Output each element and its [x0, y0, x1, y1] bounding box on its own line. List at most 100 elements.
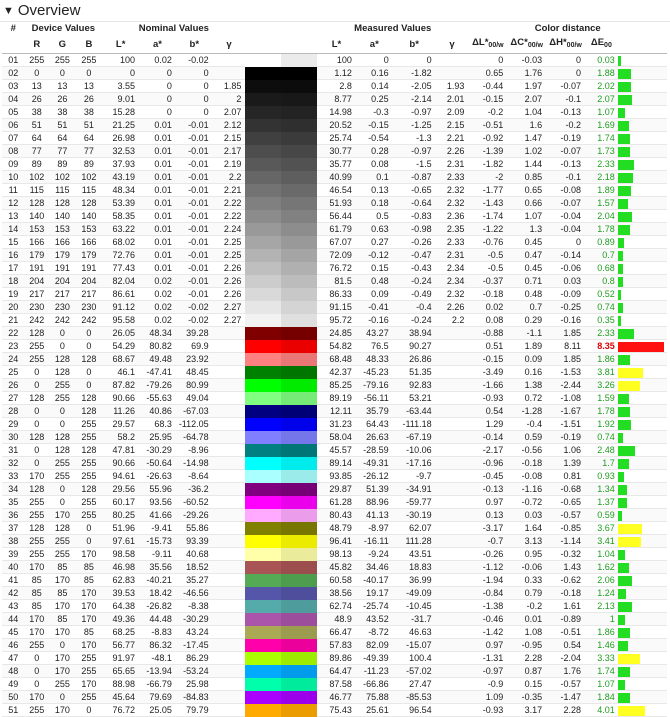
cell-g: 51: [49, 118, 76, 132]
cell-n: 13: [2, 209, 25, 223]
measured-values-header: Measured Values: [354, 23, 432, 34]
cell-dL: -2: [468, 170, 508, 184]
cell-na: 25.05: [139, 703, 176, 717]
cell-dC: 1.97: [507, 79, 547, 93]
cell-mL: 51.93: [317, 196, 356, 210]
cell-na: -26.63: [139, 469, 176, 483]
cell-r: 0: [24, 417, 50, 431]
nominal-color-swatch: [245, 508, 282, 522]
cell-g: 128: [49, 196, 76, 210]
cell-delta-e: 2.33: [585, 326, 618, 340]
cell-dH: -2.04: [546, 651, 585, 665]
cell-na: 41.66: [139, 508, 176, 522]
cell-na: 0.01: [139, 118, 176, 132]
cell-nb: 0: [175, 92, 213, 106]
cell-n: 01: [2, 53, 25, 67]
cell-nb: -14.98: [175, 456, 213, 470]
cell-mb: 90.27: [392, 339, 436, 353]
cell-ng: 2.22: [212, 209, 246, 223]
cell-n: 15: [2, 235, 25, 249]
nominal-color-swatch: [245, 677, 282, 691]
cell-n: 26: [2, 378, 25, 392]
cell-delta-e: 1.37: [585, 495, 618, 509]
cell-g: 0: [49, 495, 76, 509]
cell-na: -66.79: [139, 677, 176, 691]
cell-dL: 1.09: [468, 690, 508, 704]
cell-r: 102: [24, 170, 50, 184]
cell-dC: 0.65: [507, 183, 547, 197]
cell-dH: -0.18: [546, 586, 585, 600]
cell-g: 255: [49, 53, 76, 67]
cell-dL: -0.76: [468, 235, 508, 249]
cell-dC: 0.85: [507, 170, 547, 184]
table-row: 22 128 0 0 26.05 48.34 39.28 24.85 43.27 38.94 -0.…: [2, 326, 667, 340]
cell-mb: -17.16: [392, 456, 436, 470]
cell-nL: 80.25: [102, 508, 140, 522]
cell-na: 0.01: [139, 170, 176, 184]
cell-mg: 2.32: [435, 287, 469, 301]
cell-ma: -0.12: [355, 248, 393, 262]
cell-g: 85: [49, 560, 76, 574]
cell-g: 170: [49, 599, 76, 613]
cell-g: 115: [49, 183, 76, 197]
cell-g: 128: [49, 521, 76, 535]
cell-mL: 67.07: [317, 235, 356, 249]
cell-dC: 0.03: [507, 508, 547, 522]
delta-e-bar-cell: [617, 664, 667, 678]
cell-mb: -1.25: [392, 118, 436, 132]
cell-nL: 64.38: [102, 599, 140, 613]
cell-dL: -0.46: [468, 612, 508, 626]
nominal-color-swatch: [245, 261, 282, 275]
cell-delta-e: 2.04: [585, 209, 618, 223]
measured-color-swatch: [281, 651, 318, 665]
measured-color-swatch: [281, 391, 318, 405]
cell-mb: -59.77: [392, 495, 436, 509]
cell-dH: -1.08: [546, 391, 585, 405]
table-row: 48 0 170 255 65.65 -13.94 -53.24 64.47 -11.23 -57…: [2, 664, 667, 678]
cell-ng: 2.17: [212, 144, 246, 158]
cell-na: 35.56: [139, 560, 176, 574]
cell-mb: 100.4: [392, 651, 436, 665]
cell-mL: 100: [317, 53, 356, 67]
cell-r: 255: [24, 638, 50, 652]
cell-mL: 29.87: [317, 482, 356, 496]
cell-mg: 2.01: [435, 92, 469, 106]
cell-b: 191: [75, 261, 103, 275]
cell-dH: -0.68: [546, 482, 585, 496]
cell-ma: 64.43: [355, 417, 393, 431]
delta-e-bar-cell: [617, 105, 667, 119]
cell-mg: 2.31: [435, 248, 469, 262]
cell-mL: 2.8: [317, 79, 356, 93]
cell-mb: -0.49: [392, 287, 436, 301]
cell-dH: -0.65: [546, 495, 585, 509]
cell-nb: 80.99: [175, 378, 213, 392]
cell-mb: 62.07: [392, 521, 436, 535]
cell-mg: [435, 404, 469, 418]
cell-delta-e: 0.35: [585, 313, 618, 327]
table-row: 35 255 0 255 60.17 93.56 -60.52 61.28 88.96 -59.7…: [2, 495, 667, 509]
cell-ma: -25.74: [355, 599, 393, 613]
cell-g: 179: [49, 248, 76, 262]
cell-r: 0: [24, 651, 50, 665]
cell-dL: -0.13: [468, 482, 508, 496]
delta-e-bar: [617, 315, 621, 326]
delta-e-bar-cell: [617, 66, 667, 80]
cell-nb: 18.52: [175, 560, 213, 574]
overview-section-header[interactable]: ▼ Overview: [0, 0, 670, 22]
cell-nb: 69.9: [175, 339, 213, 353]
cell-ng: [212, 326, 246, 340]
cell-nL: 91.12: [102, 300, 140, 314]
collapse-triangle-icon[interactable]: ▼: [3, 5, 14, 17]
cell-mg: [435, 391, 469, 405]
cell-mL: 48.9: [317, 612, 356, 626]
cell-delta-e: 2.18: [585, 170, 618, 184]
cell-delta-e: 1.86: [585, 625, 618, 639]
table-row: 04 26 26 26 9.01 0 0 2 8.77 0.25 -2.14 2.01 -0.15 2.0…: [2, 92, 667, 106]
cell-ng: [212, 66, 246, 80]
cell-dC: 1.04: [507, 105, 547, 119]
cell-mb: -0.83: [392, 209, 436, 223]
cell-dC: 0.09: [507, 352, 547, 366]
table-row: 30 128 128 255 58.2 25.95 -64.78 58.04 26.63 -67.…: [2, 430, 667, 444]
cell-n: 08: [2, 144, 25, 158]
cell-r: 255: [24, 53, 50, 67]
